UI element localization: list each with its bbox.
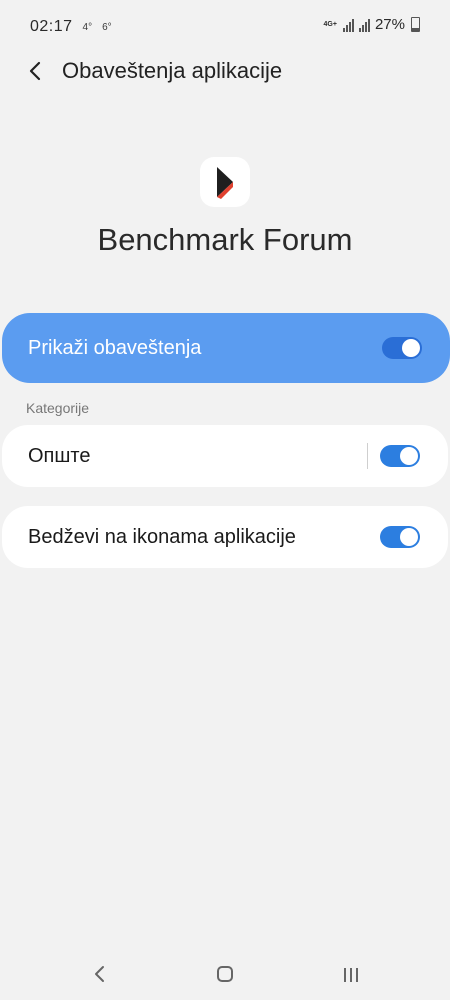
toggle-knob — [400, 528, 418, 546]
status-right: 4G+ 27% — [324, 16, 420, 33]
app-icon-badges-label: Bedževi na ikonama aplikacije — [28, 526, 296, 548]
app-name: Benchmark Forum — [97, 222, 353, 257]
status-bar: 02:17 4° 6° 4G+ 27% — [0, 0, 450, 52]
benchmark-logo-icon — [200, 157, 250, 207]
status-time: 02:17 — [30, 18, 73, 35]
section-label-categories: Kategorije — [26, 400, 90, 416]
nav-home-icon[interactable] — [216, 965, 234, 983]
status-left: 02:17 4° 6° — [30, 18, 112, 36]
app-icon-badges-row[interactable]: Bedževi na ikonama aplikacije — [2, 506, 448, 568]
nav-recents-icon[interactable] — [342, 966, 360, 984]
signal-icon — [358, 18, 371, 32]
show-notifications-toggle[interactable] — [382, 337, 422, 359]
app-icon-badges-toggle[interactable] — [380, 526, 420, 548]
show-notifications-row[interactable]: Prikaži obaveštenja — [2, 313, 450, 383]
toggle-knob — [402, 339, 420, 357]
header: Obaveštenja aplikacije — [0, 52, 450, 92]
category-general-toggle[interactable] — [380, 445, 420, 467]
nav-back-icon[interactable] — [92, 964, 108, 984]
navigation-bar — [0, 950, 450, 1000]
divider — [367, 443, 368, 469]
signal-icon — [342, 18, 355, 32]
toggle-knob — [400, 447, 418, 465]
category-label: Опште — [28, 445, 91, 467]
battery-percent: 27% — [374, 16, 405, 33]
status-indicator-1: 4° — [82, 21, 93, 33]
chevron-left-icon[interactable] — [26, 60, 46, 82]
category-row-general[interactable]: Опште — [2, 425, 448, 487]
page-title: Obaveštenja aplikacije — [62, 58, 283, 83]
battery-icon — [411, 17, 420, 32]
status-indicator-2: 6° — [102, 21, 112, 33]
network-type: 4G+ — [323, 20, 337, 28]
show-notifications-label: Prikaži obaveštenja — [28, 337, 202, 359]
